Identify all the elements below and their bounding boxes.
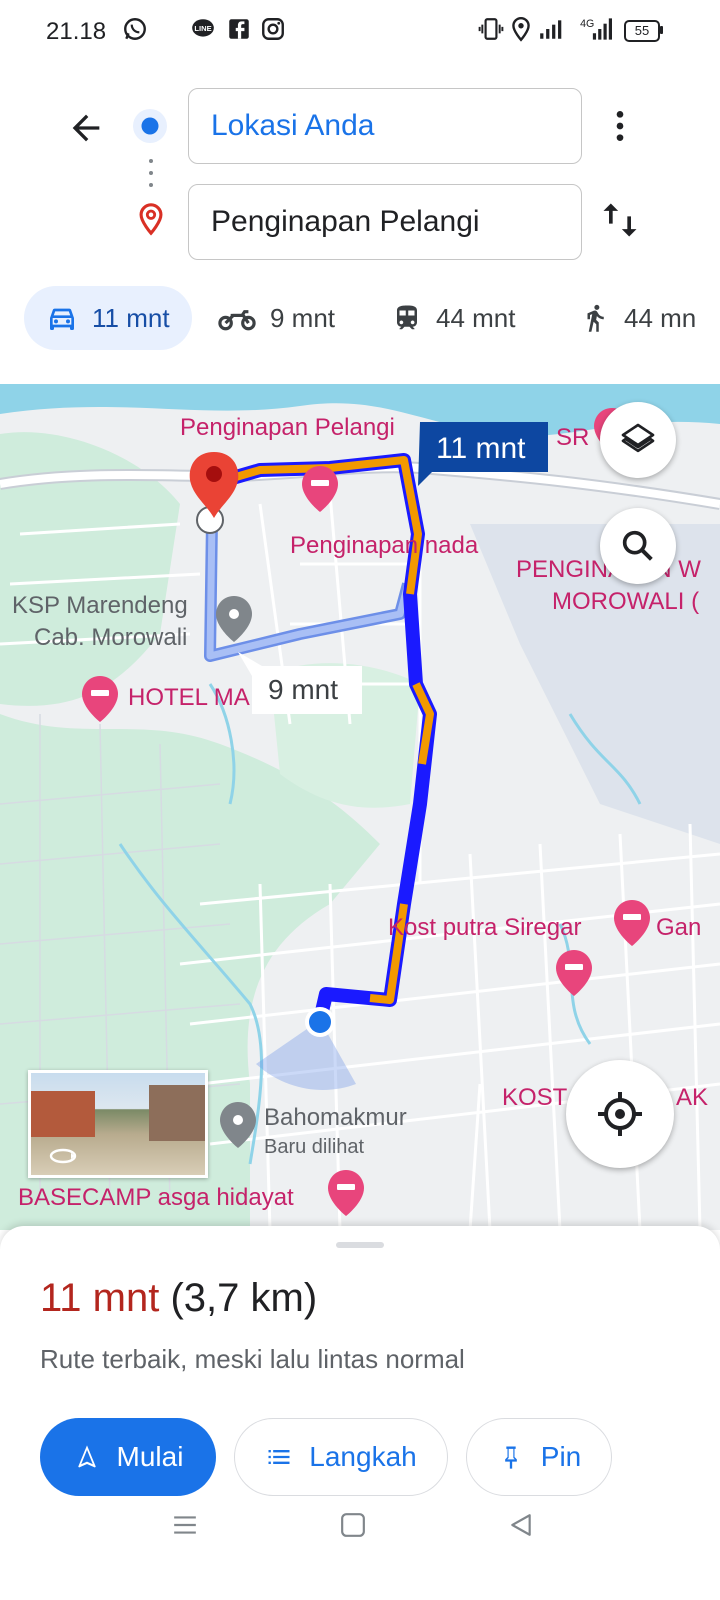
motorcycle-icon <box>218 310 256 331</box>
steps-button[interactable]: Langkah <box>234 1418 448 1496</box>
tab-walk[interactable]: 44 mn <box>580 286 696 350</box>
origin-input[interactable]: Lokasi Anda <box>188 88 582 164</box>
more-options-icon[interactable] <box>600 106 640 146</box>
street-view-thumbnail[interactable] <box>28 1070 208 1178</box>
current-location-dot <box>309 1011 331 1033</box>
swap-icon[interactable] <box>598 198 642 242</box>
tab-drive[interactable]: 11 mnt <box>24 286 192 350</box>
start-button[interactable]: Mulai <box>40 1418 216 1496</box>
destination-input[interactable]: Penginapan Pelangi <box>188 184 582 260</box>
street-view-building <box>149 1085 205 1141</box>
map-label-kost-siregar[interactable]: Kost putra Siregar <box>388 914 581 942</box>
route-dots-icon <box>149 159 153 187</box>
street-view-icon <box>49 1148 77 1164</box>
alt-route-time-bubble[interactable]: 9 mnt <box>268 674 338 706</box>
map-view[interactable]: Penginapan Pelangi Penginapan nada SR PE… <box>0 384 720 1230</box>
status-bar: 21.18 LINE 4G 55 <box>0 0 720 64</box>
tab-walk-label: 44 mn <box>624 302 697 333</box>
tab-motorcycle-label: 9 mnt <box>270 302 336 333</box>
navigation-arrow-icon <box>77 1445 96 1468</box>
tab-transit[interactable]: 44 mnt <box>392 286 516 350</box>
car-icon <box>50 308 74 330</box>
my-location-button[interactable] <box>566 1060 674 1168</box>
layers-button[interactable] <box>600 402 676 478</box>
steps-button-label: Langkah <box>309 1441 417 1472</box>
facebook-icon <box>229 19 249 39</box>
route-eta: 11 mnt (3,7 km) <box>40 1276 317 1321</box>
tab-drive-label: 11 mnt <box>92 302 170 333</box>
map-label-morowali[interactable]: MOROWALI ( <box>552 588 699 616</box>
map-label-hotel[interactable]: HOTEL MA <box>128 684 250 712</box>
eta-time: 11 mnt <box>40 1276 160 1320</box>
destination-pin-icon <box>139 203 163 236</box>
start-button-label: Mulai <box>116 1441 184 1472</box>
vibrate-icon <box>478 18 504 40</box>
destination-marker <box>189 452 239 518</box>
battery-level: 55 <box>634 23 650 38</box>
tab-motorcycle[interactable]: 9 mnt <box>218 286 335 350</box>
system-nav-bar <box>0 1500 720 1600</box>
street-view-house <box>31 1091 95 1137</box>
map-search-button[interactable] <box>600 508 676 584</box>
sheet-drag-handle[interactable] <box>336 1242 384 1248</box>
network-4g-icon: 4G <box>580 18 612 40</box>
menu-icon[interactable] <box>172 1512 198 1538</box>
map-label-pelangi[interactable]: Penginapan Pelangi <box>180 414 395 442</box>
eta-distance: (3,7 km) <box>170 1276 318 1320</box>
status-time: 21.18 <box>46 18 107 45</box>
line-icon: LINE <box>192 19 214 37</box>
pin-button[interactable]: Pin <box>466 1418 612 1496</box>
origin-dot-icon <box>133 109 167 143</box>
route-description: Rute terbaik, meski lalu lintas normal <box>40 1344 465 1374</box>
back-arrow-icon[interactable] <box>66 108 106 148</box>
signal-icon <box>540 20 562 39</box>
instagram-icon <box>262 18 284 40</box>
svg-text:4G: 4G <box>580 18 594 30</box>
map-label-kost-ak[interactable]: AK <box>676 1084 708 1112</box>
pin-button-label: Pin <box>540 1441 582 1472</box>
map-label-kost[interactable]: KOST <box>502 1084 567 1112</box>
back-icon[interactable] <box>508 1512 534 1538</box>
directions-search-panel: Lokasi Anda Penginapan Pelangi <box>0 64 720 280</box>
map-label-sr[interactable]: SR <box>556 424 589 452</box>
home-icon[interactable] <box>340 1512 366 1538</box>
battery-icon: 55 <box>624 20 660 42</box>
list-icon <box>268 1450 290 1464</box>
search-icon <box>622 530 653 561</box>
route-time-bubble[interactable]: 11 mnt <box>436 432 526 466</box>
travel-mode-tabs: 11 mnt 9 mnt 44 mnt 44 mn <box>0 286 720 352</box>
pin-icon <box>504 1446 517 1469</box>
transit-icon <box>397 305 417 330</box>
location-icon <box>512 16 530 42</box>
map-label-bahomakmur[interactable]: Bahomakmur <box>264 1104 407 1132</box>
heading-beam <box>256 1020 356 1090</box>
svg-text:LINE: LINE <box>194 24 211 33</box>
map-label-ksp[interactable]: KSP Marendeng <box>12 592 188 620</box>
map-label-recent: Baru dilihat <box>264 1136 365 1158</box>
walk-icon <box>587 304 604 332</box>
map-label-gan[interactable]: Gan <box>656 914 701 942</box>
map-label-nada[interactable]: Penginapan nada <box>290 532 478 560</box>
battery-tip <box>660 26 663 34</box>
map-label-basecamp[interactable]: BASECAMP asga hidayat <box>18 1184 294 1212</box>
layers-icon <box>621 423 655 453</box>
tab-transit-label: 44 mnt <box>436 302 516 333</box>
crosshair-icon <box>598 1092 642 1136</box>
whatsapp-icon <box>124 18 146 40</box>
map-label-ksp-cab[interactable]: Cab. Morowali <box>34 624 187 652</box>
